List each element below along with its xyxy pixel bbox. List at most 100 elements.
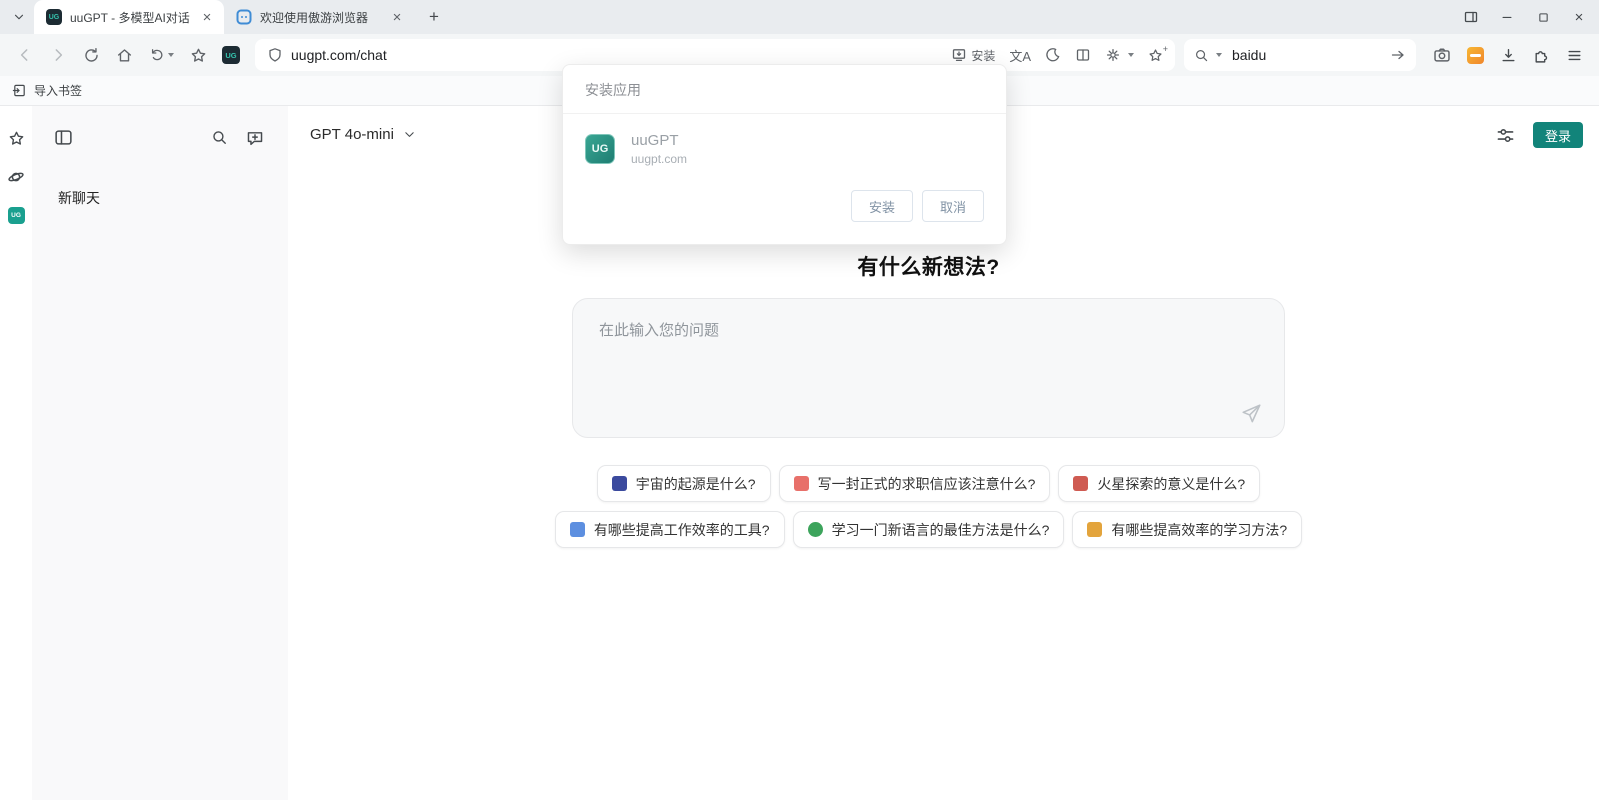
suggestion-chip[interactable]: 宇宙的起源是什么? <box>597 465 771 502</box>
reading-mode-button[interactable] <box>1075 47 1091 63</box>
prompt-input[interactable] <box>573 299 1284 437</box>
search-engine-caret-icon[interactable] <box>1216 53 1222 57</box>
install-app-button[interactable]: 安装 <box>951 47 995 64</box>
favorites-button[interactable] <box>183 40 213 70</box>
uugpt-extension-icon: UG <box>222 46 240 64</box>
extensions-button[interactable] <box>1526 40 1556 70</box>
suggestion-label: 学习一门新语言的最佳方法是什么? <box>832 520 1050 540</box>
laptop-icon <box>570 522 585 537</box>
refresh-button[interactable] <box>76 40 106 70</box>
new-tab-button[interactable]: + <box>420 3 448 31</box>
send-paper-plane-icon <box>1241 403 1262 424</box>
back-button[interactable] <box>10 40 40 70</box>
left-icon-rail: UG <box>0 106 32 800</box>
plus-badge-icon: + <box>1163 44 1168 54</box>
forward-icon <box>49 46 67 64</box>
rewards-button[interactable] <box>1460 40 1490 70</box>
home-icon <box>116 47 133 64</box>
undo-button[interactable] <box>142 40 180 70</box>
search-box[interactable] <box>1184 39 1416 71</box>
install-cancel-button[interactable]: 取消 <box>922 190 984 222</box>
import-bookmarks-label[interactable]: 导入书签 <box>34 82 82 99</box>
tab-close-icon[interactable]: × <box>198 8 216 26</box>
globe-icon <box>808 522 823 537</box>
install-dialog-body: UG uuGPT uugpt.com <box>563 114 1006 176</box>
site-security-shield-icon[interactable] <box>267 47 283 63</box>
download-icon <box>1500 47 1517 64</box>
moon-icon <box>1045 47 1061 63</box>
rewards-icon <box>1467 47 1484 64</box>
rail-uugpt-icon[interactable]: UG <box>8 207 25 224</box>
close-window-button[interactable]: × <box>1569 7 1589 27</box>
window-controls: × <box>1461 0 1589 34</box>
search-chats-icon[interactable] <box>211 129 228 146</box>
suggestion-chip[interactable]: 学习一门新语言的最佳方法是什么? <box>793 511 1065 548</box>
install-dialog-title: 安装应用 <box>563 65 1006 114</box>
uugpt-app-icon: UG <box>585 134 615 164</box>
tab-uugpt[interactable]: UG uuGPT - 多模型AI对话 × <box>34 0 224 34</box>
rail-discover-planet-icon[interactable] <box>7 168 25 186</box>
sidebar-header-actions <box>211 129 264 147</box>
galaxy-icon <box>612 476 627 491</box>
tab-close-icon[interactable]: × <box>388 8 406 26</box>
site-settings-button[interactable] <box>1105 47 1134 63</box>
search-go-arrow-icon[interactable] <box>1390 47 1406 63</box>
bar-chart-icon <box>1087 522 1102 537</box>
tab-list-dropdown-button[interactable] <box>4 3 34 31</box>
suggestion-label: 写一封正式的求职信应该注意什么? <box>818 474 1036 494</box>
main-menu-button[interactable] <box>1559 40 1589 70</box>
app-name: uuGPT <box>631 132 687 149</box>
rocket-icon <box>1073 476 1088 491</box>
url-text[interactable]: uugpt.com/chat <box>291 47 951 63</box>
translate-button[interactable]: 文A <box>1009 46 1031 65</box>
star-plus-icon <box>1148 48 1163 63</box>
uugpt-extension-button[interactable]: UG <box>216 40 246 70</box>
model-selector[interactable]: GPT 4o-mini <box>310 126 416 143</box>
night-mode-button[interactable] <box>1045 47 1061 63</box>
minimize-button[interactable] <box>1497 7 1517 27</box>
add-bookmark-button[interactable]: + <box>1148 48 1163 63</box>
memo-icon <box>794 476 809 491</box>
tab-bar: UG uuGPT - 多模型AI对话 × 欢迎使用傲游浏览器 × + × <box>0 0 1599 34</box>
home-button[interactable] <box>109 40 139 70</box>
search-input[interactable] <box>1232 47 1386 63</box>
install-app-icon <box>951 47 967 63</box>
screenshot-button[interactable] <box>1427 40 1457 70</box>
suggestion-chips: 宇宙的起源是什么? 写一封正式的求职信应该注意什么? 火星探索的意义是什么? 有… <box>572 465 1285 548</box>
puzzle-icon <box>1533 47 1550 64</box>
login-button[interactable]: 登录 <box>1533 122 1583 148</box>
translate-icon: 文A <box>1009 46 1031 65</box>
tab-welcome[interactable]: 欢迎使用傲游浏览器 × <box>224 0 414 34</box>
minimize-icon <box>1500 10 1514 24</box>
suggestion-chip[interactable]: 写一封正式的求职信应该注意什么? <box>779 465 1051 502</box>
suggestion-chip[interactable]: 火星探索的意义是什么? <box>1058 465 1260 502</box>
suggestion-label: 火星探索的意义是什么? <box>1097 474 1245 494</box>
rail-favorites-star-icon[interactable] <box>8 130 25 147</box>
maximize-icon <box>1537 11 1550 24</box>
refresh-icon <box>83 47 100 64</box>
tab-title: 欢迎使用傲游浏览器 <box>260 9 380 26</box>
undo-dropdown-caret-icon[interactable] <box>168 53 174 57</box>
browser-panel-toggle-button[interactable] <box>1461 7 1481 27</box>
suggestion-chip[interactable]: 有哪些提高效率的学习方法? <box>1072 511 1302 548</box>
sidebar-item-new-chat[interactable]: 新聊天 <box>58 188 100 208</box>
send-button[interactable] <box>1241 403 1262 424</box>
maximize-button[interactable] <box>1533 7 1553 27</box>
settings-sliders-icon[interactable] <box>1496 126 1515 145</box>
suggestion-row-2: 有哪些提高工作效率的工具? 学习一门新语言的最佳方法是什么? 有哪些提高效率的学… <box>572 511 1285 548</box>
reading-mode-icon <box>1075 47 1091 63</box>
suggestion-row-1: 宇宙的起源是什么? 写一封正式的求职信应该注意什么? 火星探索的意义是什么? <box>572 465 1285 502</box>
panel-icon <box>1463 9 1479 25</box>
chevron-down-icon <box>12 10 26 24</box>
sidebar-header <box>32 106 288 147</box>
suggestion-chip[interactable]: 有哪些提高工作效率的工具? <box>555 511 785 548</box>
new-chat-icon[interactable] <box>246 129 264 147</box>
install-confirm-button[interactable]: 安装 <box>851 190 913 222</box>
suggestion-label: 有哪些提高效率的学习方法? <box>1111 520 1287 540</box>
downloads-button[interactable] <box>1493 40 1523 70</box>
forward-button[interactable] <box>43 40 73 70</box>
camera-icon <box>1433 46 1451 64</box>
import-bookmarks-icon <box>12 83 27 98</box>
menu-icon <box>1566 47 1583 64</box>
sidebar-toggle-icon[interactable] <box>54 128 73 147</box>
